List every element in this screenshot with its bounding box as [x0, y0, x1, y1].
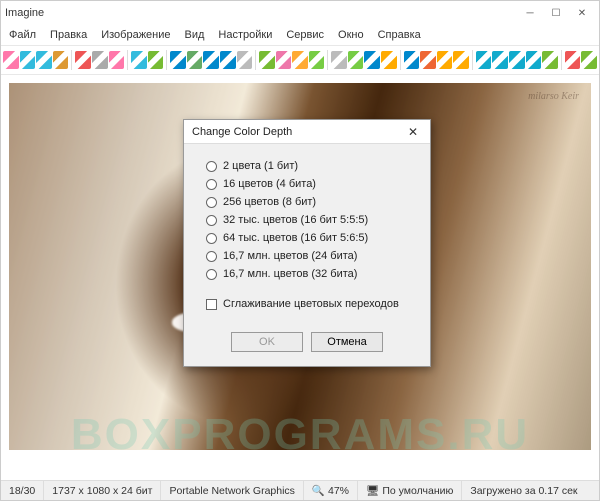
color-depth-option[interactable]: 16,7 млн. цветов (32 бита) — [206, 268, 408, 280]
watermark-text: BOXPROGRAMS.RU — [1, 410, 599, 460]
color-depth-option[interactable]: 32 тыс. цветов (16 бит 5:5:5) — [206, 214, 408, 226]
toolbar — [1, 45, 599, 75]
toolbar-icon[interactable] — [170, 51, 186, 69]
artist-signature: milarso Keir — [528, 91, 579, 102]
color-depth-option[interactable]: 16 цветов (4 бита) — [206, 178, 408, 190]
color-depth-option[interactable]: 2 цвета (1 бит) — [206, 160, 408, 172]
toolbar-icon[interactable] — [509, 51, 525, 69]
close-button[interactable]: ✕ — [569, 4, 595, 22]
toolbar-icon[interactable] — [203, 51, 219, 69]
toolbar-separator — [166, 50, 167, 70]
toolbar-icon[interactable] — [220, 51, 236, 69]
titlebar: Imagine ─ ☐ ✕ — [1, 1, 599, 25]
toolbar-icon[interactable] — [420, 51, 436, 69]
menu-edit[interactable]: Правка — [44, 27, 93, 43]
status-zoom: 🔍47% — [304, 481, 358, 500]
toolbar-icon[interactable] — [131, 51, 147, 69]
toolbar-icon[interactable] — [237, 51, 253, 69]
toolbar-icon[interactable] — [453, 51, 469, 69]
ok-button[interactable]: OK — [231, 332, 303, 352]
dialog-titlebar: Change Color Depth ✕ — [184, 120, 430, 144]
toolbar-icon[interactable] — [259, 51, 275, 69]
radio-label: 256 цветов (8 бит) — [223, 196, 316, 208]
radio-label: 64 тыс. цветов (16 бит 5:6:5) — [223, 232, 368, 244]
menu-file[interactable]: Файл — [3, 27, 42, 43]
radio-label: 2 цвета (1 бит) — [223, 160, 298, 172]
toolbar-icon[interactable] — [109, 51, 125, 69]
toolbar-icon[interactable] — [542, 51, 558, 69]
toolbar-icon[interactable] — [581, 51, 597, 69]
toolbar-icon[interactable] — [331, 51, 347, 69]
toolbar-separator — [561, 50, 562, 70]
toolbar-icon[interactable] — [92, 51, 108, 69]
menu-settings[interactable]: Настройки — [212, 27, 278, 43]
toolbar-icon[interactable] — [476, 51, 492, 69]
color-depth-option[interactable]: 16,7 млн. цветов (24 бита) — [206, 250, 408, 262]
toolbar-icon[interactable] — [53, 51, 69, 69]
toolbar-separator — [127, 50, 128, 70]
color-depth-dialog: Change Color Depth ✕ 2 цвета (1 бит) 16 ц… — [183, 119, 431, 367]
dialog-body: 2 цвета (1 бит) 16 цветов (4 бита) 256 цве… — [184, 144, 430, 332]
status-loaded: Загружено за 0.17 сек — [462, 481, 585, 500]
dialog-close-icon[interactable]: ✕ — [404, 125, 422, 139]
menu-view[interactable]: Вид — [179, 27, 211, 43]
toolbar-icon[interactable] — [381, 51, 397, 69]
status-format: Portable Network Graphics — [161, 481, 303, 500]
menubar: Файл Правка Изображение Вид Настройки Се… — [1, 25, 599, 45]
status-page: 18/30 — [1, 481, 44, 500]
toolbar-separator — [400, 50, 401, 70]
radio-icon[interactable] — [206, 269, 217, 280]
status-mode: 🖥По умолчанию — [358, 481, 462, 500]
dialog-buttons: OK Отмена — [184, 332, 430, 366]
toolbar-icon[interactable] — [148, 51, 164, 69]
toolbar-icon[interactable] — [3, 51, 19, 69]
radio-icon[interactable] — [206, 215, 217, 226]
toolbar-icon[interactable] — [404, 51, 420, 69]
checkbox-icon[interactable] — [206, 299, 217, 310]
toolbar-icon[interactable] — [292, 51, 308, 69]
status-dimensions: 1737 x 1080 x 24 бит — [44, 481, 161, 500]
radio-icon[interactable] — [206, 233, 217, 244]
color-depth-option[interactable]: 64 тыс. цветов (16 бит 5:6:5) — [206, 232, 408, 244]
toolbar-icon[interactable] — [276, 51, 292, 69]
cancel-button[interactable]: Отмена — [311, 332, 383, 352]
zoom-icon: 🔍 — [312, 484, 325, 497]
toolbar-icon[interactable] — [75, 51, 91, 69]
radio-label: 32 тыс. цветов (16 бит 5:5:5) — [223, 214, 368, 226]
toolbar-separator — [71, 50, 72, 70]
toolbar-separator — [327, 50, 328, 70]
radio-icon[interactable] — [206, 197, 217, 208]
menu-help[interactable]: Справка — [372, 27, 427, 43]
dialog-title-text: Change Color Depth — [192, 126, 404, 138]
toolbar-icon[interactable] — [348, 51, 364, 69]
toolbar-icon[interactable] — [492, 51, 508, 69]
statusbar: 18/30 1737 x 1080 x 24 бит Portable Netw… — [1, 480, 599, 500]
maximize-button[interactable]: ☐ — [543, 4, 569, 22]
smoothing-checkbox-row[interactable]: Сглаживание цветовых переходов — [206, 298, 408, 310]
radio-label: 16,7 млн. цветов (32 бита) — [223, 268, 357, 280]
radio-icon[interactable] — [206, 251, 217, 262]
toolbar-icon[interactable] — [437, 51, 453, 69]
toolbar-separator — [255, 50, 256, 70]
smoothing-label: Сглаживание цветовых переходов — [223, 298, 399, 310]
radio-label: 16,7 млн. цветов (24 бита) — [223, 250, 357, 262]
toolbar-icon[interactable] — [565, 51, 581, 69]
toolbar-separator — [472, 50, 473, 70]
toolbar-icon[interactable] — [20, 51, 36, 69]
toolbar-icon[interactable] — [36, 51, 52, 69]
menu-image[interactable]: Изображение — [95, 27, 176, 43]
toolbar-icon[interactable] — [309, 51, 325, 69]
radio-icon[interactable] — [206, 161, 217, 172]
mode-icon: 🖥 — [366, 484, 379, 497]
window-title: Imagine — [5, 7, 517, 19]
menu-service[interactable]: Сервис — [280, 27, 330, 43]
color-depth-option[interactable]: 256 цветов (8 бит) — [206, 196, 408, 208]
toolbar-icon[interactable] — [364, 51, 380, 69]
radio-icon[interactable] — [206, 179, 217, 190]
toolbar-icon[interactable] — [187, 51, 203, 69]
menu-window[interactable]: Окно — [332, 27, 370, 43]
toolbar-icon[interactable] — [526, 51, 542, 69]
radio-label: 16 цветов (4 бита) — [223, 178, 316, 190]
minimize-button[interactable]: ─ — [517, 4, 543, 22]
